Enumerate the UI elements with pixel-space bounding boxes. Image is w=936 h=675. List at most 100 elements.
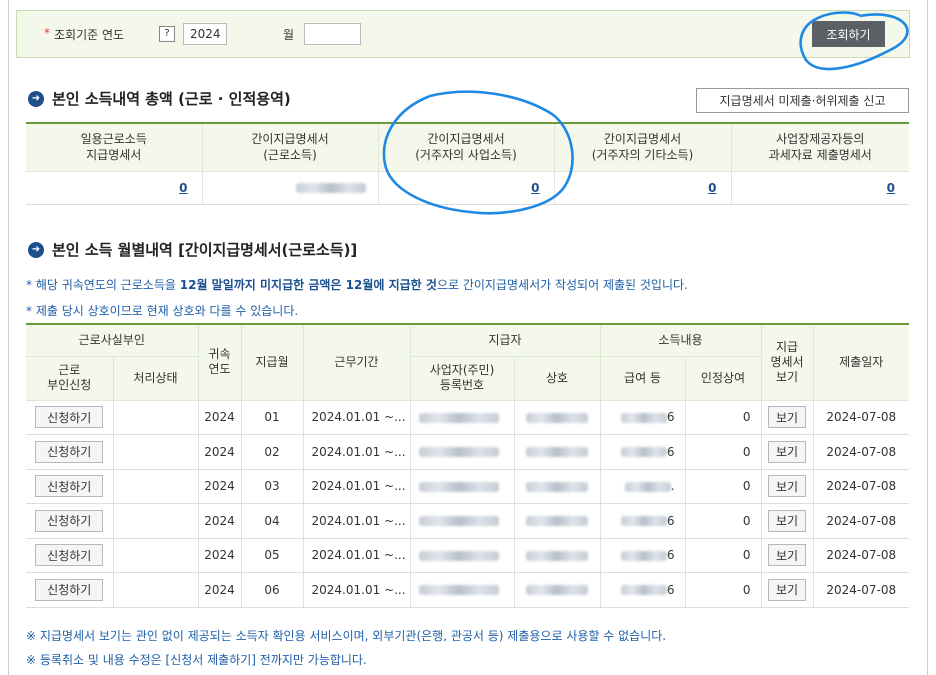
year-cell: 2024 [197,572,241,608]
header-year: 귀속 연도 [197,324,241,401]
summary-link-other[interactable]: 0 [708,181,716,195]
blurred-company [526,481,588,492]
summary-link-workplace[interactable]: 0 [887,181,895,195]
view-button[interactable]: 보기 [768,475,807,498]
status-cell [112,400,198,435]
year-input[interactable] [183,23,227,45]
summary-header-simple-other: 간이지급명세서 (거주자의 기타소득) [553,123,731,172]
bonus-cell: 0 [684,538,762,573]
summary-value-simple-wage [201,171,378,205]
view-cell: 보기 [760,503,814,539]
view-cell: 보기 [760,538,814,573]
blurred-company [526,550,588,561]
submit-date-cell: 2024-07-08 [812,469,910,504]
apply-button[interactable]: 신청하기 [35,440,104,463]
apply-button[interactable]: 신청하기 [35,578,104,601]
month-cell: 06 [240,572,303,608]
salary-cell: 6 [599,434,685,470]
apply-cell: 신청하기 [26,538,113,573]
header-period: 근무기간 [302,324,410,401]
year-cell: 2024 [197,434,241,470]
status-cell [112,434,198,470]
bonus-cell: 0 [684,400,762,435]
status-cell [112,469,198,504]
summary-link-business[interactable]: 0 [531,181,539,195]
table-row: 신청하기 2024 06 2024.01.01 ~... 6 0 보기 2024-07-08 [26,572,910,608]
month-cell: 03 [240,469,303,504]
biz-no-cell [409,572,514,608]
company-cell [513,469,600,504]
year-cell: 2024 [197,503,241,539]
help-icon[interactable]: ? [159,26,175,42]
blurred-biz-no [418,412,499,423]
monthly-note-1: * 해당 귀속연도의 근로소득을 12월 말일까지 미지급한 금액은 12월에 … [26,278,688,292]
period-cell: 2024.01.01 ~... [302,400,410,435]
year-cell: 2024 [197,538,241,573]
apply-button[interactable]: 신청하기 [35,406,104,429]
blurred-company [526,412,588,423]
biz-no-cell [409,469,514,504]
view-cell: 보기 [760,469,814,504]
footnote-2: ※ 등록취소 및 내용 수정은 [신청서 제출하기] 전까지만 가능합니다. [26,653,367,667]
blurred-salary [620,447,667,458]
header-company: 상호 [513,356,600,401]
view-cell: 보기 [760,434,814,470]
company-cell [513,572,600,608]
query-button[interactable]: 조회하기 [812,21,885,47]
summary-header-simple-wage: 간이지급명세서 (근로소득) [201,123,378,172]
apply-cell: 신청하기 [26,400,113,435]
summary-value-simple-other: 0 [553,171,731,205]
view-button[interactable]: 보기 [768,440,807,463]
bonus-cell: 0 [684,469,762,504]
apply-button[interactable]: 신청하기 [35,509,104,532]
table-row: 신청하기 2024 03 2024.01.01 ~.... 0 보기 2024-07-08 [26,469,910,504]
month-cell: 05 [240,538,303,573]
monthly-note-2: * 제출 당시 상호이므로 현재 상호와 다를 수 있습니다. [26,304,299,318]
blurred-biz-no [418,550,499,561]
header-biz-no: 사업자(주민) 등록번호 [409,356,514,401]
summary-header-simple-business: 간이지급명세서 (거주자의 사업소득) [377,123,554,172]
view-button[interactable]: 보기 [768,578,807,601]
blurred-salary [620,550,667,561]
salary-cell: 6 [599,503,685,539]
view-button[interactable]: 보기 [768,406,807,429]
year-cell: 2024 [197,400,241,435]
apply-button[interactable]: 신청하기 [35,544,104,567]
salary-cell: . [599,469,685,504]
header-month: 지급월 [240,324,303,401]
blurred-salary [620,516,667,527]
period-cell: 2024.01.01 ~... [302,469,410,504]
view-button[interactable]: 보기 [768,509,807,532]
summary-value-daily: 0 [26,171,202,205]
footnote-1: ※ 지급명세서 보기는 관인 없이 제공되는 소득자 확인용 서비스이며, 외부… [26,629,667,643]
apply-cell: 신청하기 [26,503,113,539]
bonus-cell: 0 [684,572,762,608]
apply-cell: 신청하기 [26,434,113,470]
blurred-salary [620,585,667,596]
header-view: 지급 명세서 보기 [760,324,814,401]
header-work-denial: 근로사실부인 [26,324,198,357]
summary-link-daily[interactable]: 0 [179,181,187,195]
submit-date-cell: 2024-07-08 [812,400,910,435]
status-cell [112,572,198,608]
blurred-amount[interactable] [295,183,366,193]
report-button[interactable]: 지급명세서 미제출·허위제출 신고 [696,88,909,113]
summary-header-daily: 일용근로소득 지급명세서 [26,123,202,172]
apply-button[interactable]: 신청하기 [35,475,104,498]
biz-no-cell [409,400,514,435]
year-label: 조회기준 연도 [54,28,125,42]
period-cell: 2024.01.01 ~... [302,434,410,470]
required-mark: * [44,26,50,40]
salary-cell: 6 [599,538,685,573]
view-button[interactable]: 보기 [768,544,807,567]
apply-cell: 신청하기 [26,469,113,504]
view-cell: 보기 [760,572,814,608]
year-cell: 2024 [197,469,241,504]
bonus-cell: 0 [684,434,762,470]
month-cell: 01 [240,400,303,435]
table-row: 신청하기 2024 05 2024.01.01 ~... 6 0 보기 2024-07-08 [26,538,910,573]
month-input[interactable] [304,23,361,45]
monthly-table: 근로사실부인 귀속 연도 지급월 근무기간 지급자 소득내용 지급 명세서 보기 제출… [26,323,910,608]
summary-value-simple-business: 0 [377,171,554,205]
monthly-title-text: 본인 소득 월별내역 [간이지급명세서(근로소득)] [52,241,358,259]
